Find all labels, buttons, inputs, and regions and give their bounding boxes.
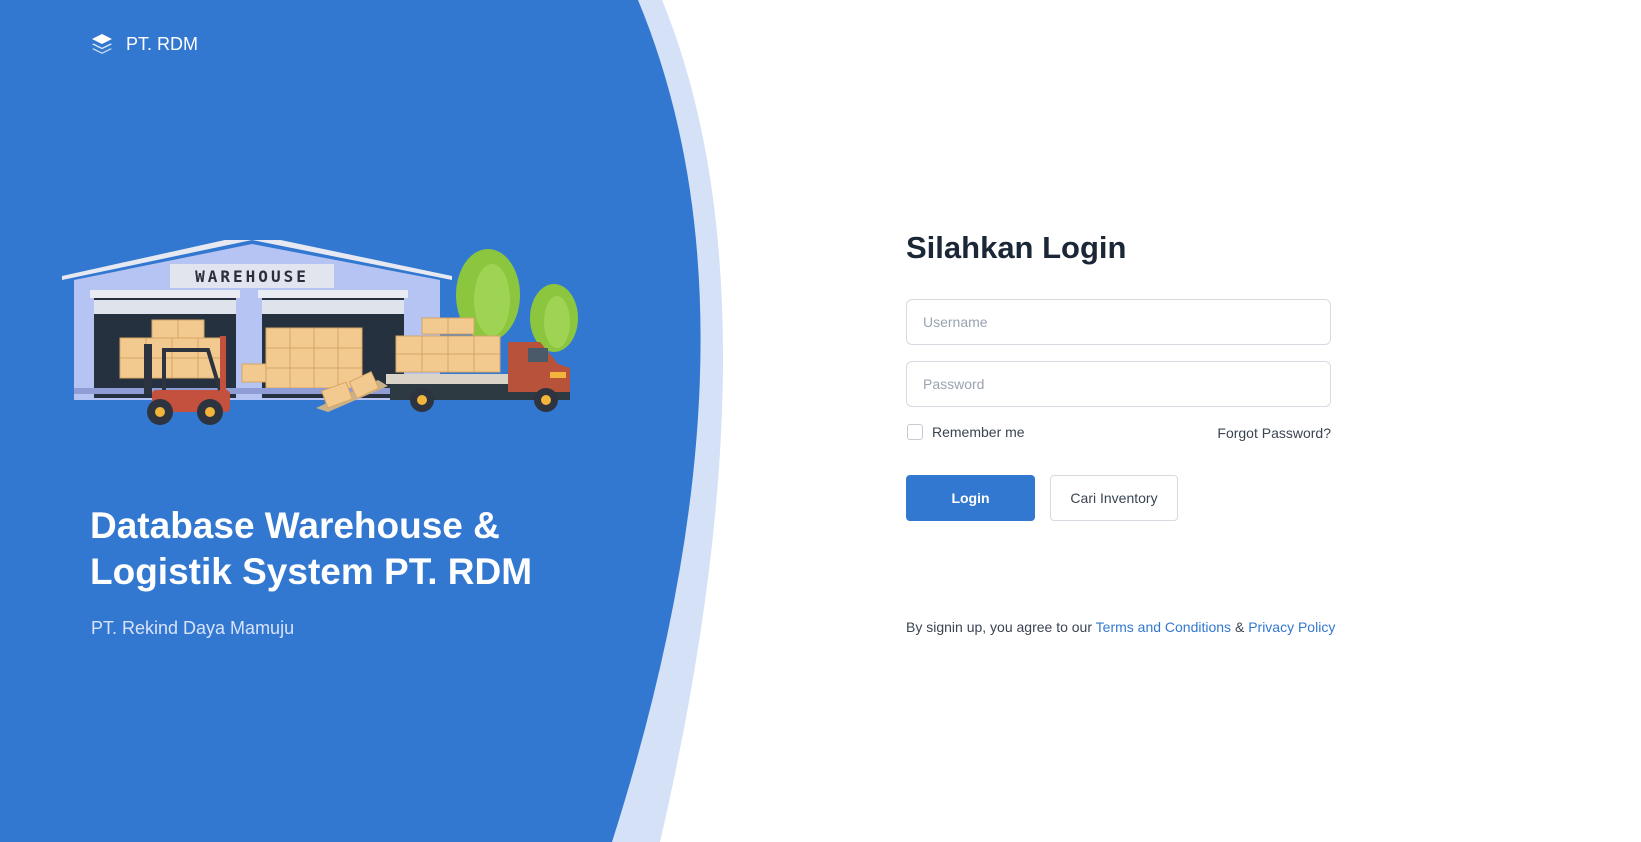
remember-me-label: Remember me [932, 424, 1025, 440]
username-input[interactable] [906, 299, 1331, 345]
terms-separator: & [1231, 619, 1249, 635]
remember-me[interactable]: Remember me [907, 424, 1025, 440]
brand-name: PT. RDM [126, 33, 198, 54]
remember-me-checkbox[interactable] [907, 424, 923, 440]
hero-subtitle: PT. Rekind Daya Mamuju [91, 618, 295, 638]
hero-title: Database Warehouse & Logistik System PT.… [90, 503, 650, 595]
forgot-password-link[interactable]: Forgot Password? [1217, 425, 1331, 441]
terms-and-conditions-link[interactable]: Terms and Conditions [1096, 619, 1231, 635]
warehouse-illustration: WAREHOUSE [62, 240, 578, 425]
brand: PT. RDM [90, 32, 198, 56]
terms-prefix: By signin up, you agree to our [906, 619, 1096, 635]
warehouse-sign-text: WAREHOUSE [195, 267, 309, 286]
layers-icon [92, 34, 112, 54]
cari-inventory-button[interactable]: Cari Inventory [1050, 475, 1178, 521]
password-input[interactable] [906, 361, 1331, 407]
login-button[interactable]: Login [906, 475, 1035, 521]
hero-title-line-1: Database Warehouse & [90, 505, 500, 546]
hero-title-line-2: Logistik System PT. RDM [90, 551, 533, 592]
terms-notice: By signin up, you agree to our Terms and… [906, 619, 1335, 635]
privacy-policy-link[interactable]: Privacy Policy [1248, 619, 1335, 635]
login-title: Silahkan Login [906, 230, 1127, 265]
